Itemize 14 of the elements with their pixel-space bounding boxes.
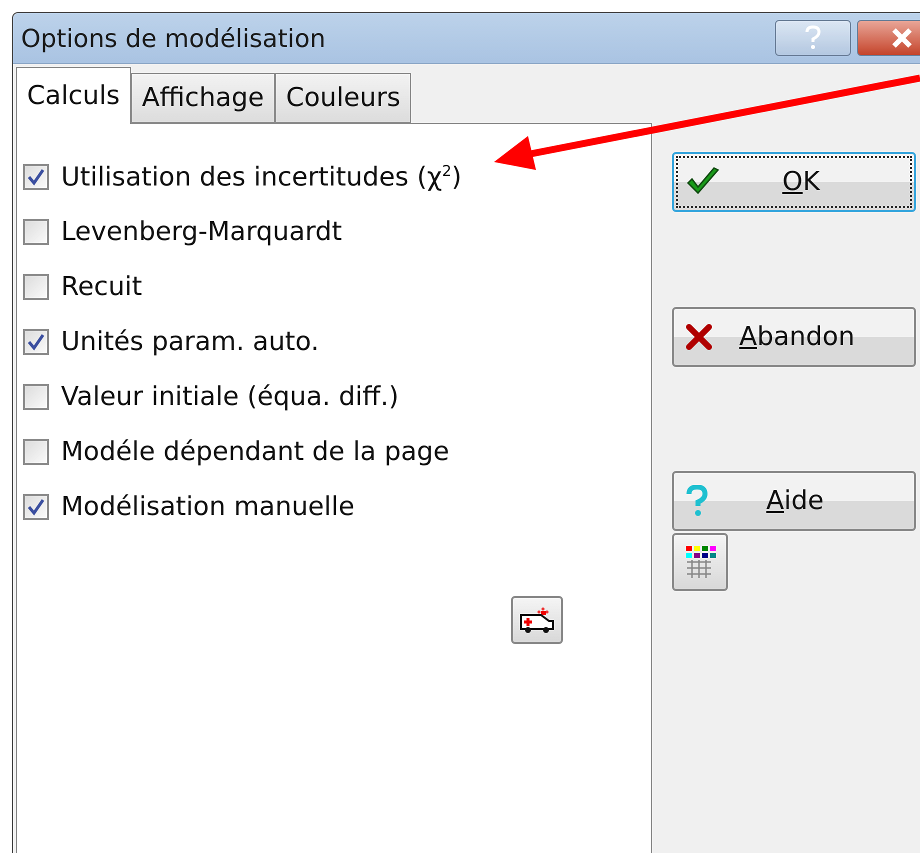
option-label: Valeur initiale (équa. diff.) [61, 382, 399, 412]
option-label: Modéle dépendant de la page [61, 437, 450, 467]
tab[interactable]: Couleurs [275, 73, 412, 123]
tab[interactable]: Affichage [130, 73, 275, 123]
option-label: Modélisation manuelle [61, 492, 354, 522]
option-label: Unités param. auto. [61, 327, 319, 357]
ok-button[interactable]: OK [672, 152, 916, 212]
option-label: Recuit [61, 272, 142, 302]
tab[interactable]: Calculs [16, 67, 131, 124]
cancel-button[interactable]: Abandon [672, 307, 916, 367]
option-label: Utilisation des incertitudes (χ$^{2}$) [61, 162, 462, 192]
window-title: Options de modélisation [21, 24, 327, 52]
option-label: Levenberg-Marquardt [61, 217, 342, 247]
help-button[interactable]: Aide [672, 471, 916, 531]
